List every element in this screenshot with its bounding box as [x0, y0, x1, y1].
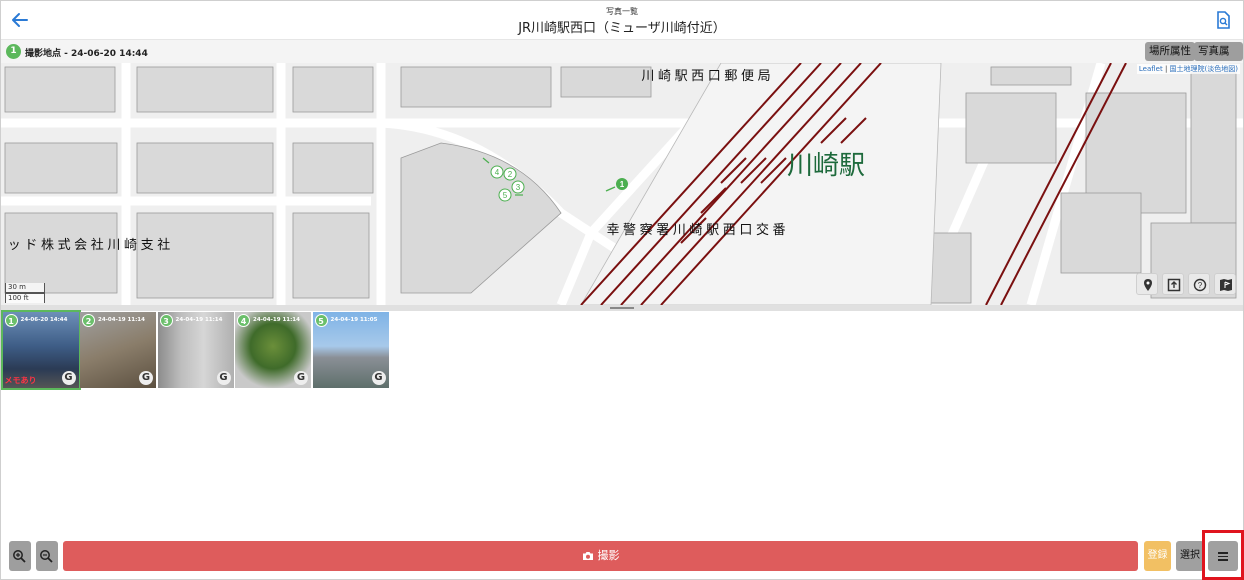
location-info-bar: 1 撮影地点 - 24-06-20 14:44 場所属性 写真属性 [1, 39, 1243, 76]
svg-text:2: 2 [508, 170, 513, 179]
scale-metric: 30 m [5, 283, 45, 293]
add-location-icon [1144, 279, 1152, 291]
gsi-map-link[interactable]: 国土地理院(淡色地図) [1170, 65, 1238, 73]
map-upload-tool-button[interactable] [1162, 273, 1184, 295]
thumbnail-date: 24-06-20 14:44 [20, 317, 68, 323]
leaflet-link[interactable]: Leaflet [1139, 65, 1163, 73]
thumbnail-date: 24-04-19 11:05 [330, 317, 378, 323]
thumbnail-number: 5 [314, 314, 328, 327]
panel-splitter[interactable] [1, 305, 1243, 311]
menu-highlight-box [1202, 530, 1244, 580]
map-label-station: 川崎駅 [787, 150, 865, 180]
map-layer-tool-button[interactable] [1214, 273, 1236, 295]
google-icon: G [371, 371, 386, 385]
location-number-badge: 1 [6, 44, 21, 59]
svg-text:3: 3 [516, 183, 521, 192]
map-label-company: ッ ド 株 式 会 社 川 崎 支 社 [8, 237, 171, 252]
memo-badge: メモあり [4, 376, 37, 385]
capture-label: 撮影 [597, 549, 620, 562]
splitter-grip-icon[interactable] [610, 307, 634, 309]
svg-text:4: 4 [495, 168, 500, 177]
zoom-out-button[interactable] [36, 541, 58, 571]
app-window: 写真一覧 JR川崎駅西口（ミューザ川崎付近） 1 撮影地点 - 24-06-20… [0, 0, 1244, 580]
photo-attributes-button[interactable]: 写真属性 [1194, 42, 1243, 76]
photo-thumbnail-1[interactable]: 1 24-06-20 14:44 メモあり G [0, 310, 81, 390]
map-attribution: Leaflet | 国土地理院(淡色地図) [1136, 64, 1240, 74]
thumbnail-number: 3 [159, 314, 173, 327]
select-button[interactable]: 選択 [1176, 541, 1204, 571]
register-button[interactable]: 登録 [1144, 541, 1171, 571]
page-title: JR川崎駅西口（ミューザ川崎付近） [518, 21, 726, 36]
map-canvas: 1 2 3 4 5 川 崎 駅 西 口 郵 便 局 川崎駅 幸 警 察 署 川 … [1, 63, 1243, 305]
svg-text:1: 1 [620, 180, 625, 189]
photo-thumbnail-4[interactable]: 4 24-04-19 11:14 G [235, 312, 311, 388]
map-help-tool-button[interactable]: ? [1188, 273, 1210, 295]
google-icon: G [139, 371, 153, 385]
google-icon: G [61, 371, 76, 385]
thumbnail-date: 24-04-19 11:14 [175, 317, 223, 323]
zoom-out-icon [40, 550, 53, 563]
capture-button[interactable]: 撮影 [63, 541, 1138, 571]
map-flag-icon [1220, 279, 1232, 291]
google-icon: G [216, 371, 231, 385]
photo-thumbnail-list: 1 24-06-20 14:44 メモあり G 2 24-04-19 11:14… [0, 310, 389, 390]
header: 写真一覧 JR川崎駅西口（ミューザ川崎付近） [1, 1, 1243, 39]
google-icon: G [294, 371, 308, 385]
map-label-post-office: 川 崎 駅 西 口 郵 便 局 [641, 68, 770, 83]
scale-imperial: 100 ft [5, 293, 45, 303]
map-view[interactable]: 1 2 3 4 5 川 崎 駅 西 口 郵 便 局 川崎駅 幸 警 察 署 川 … [1, 63, 1243, 305]
thumbnail-date: 24-04-19 11:14 [253, 317, 300, 323]
thumbnail-number: 4 [237, 314, 250, 327]
map-label-police-box: 幸 警 察 署 川 崎 駅 西 口 交 番 [606, 222, 785, 237]
svg-text:?: ? [1198, 281, 1203, 290]
camera-icon [582, 552, 593, 560]
zoom-in-button[interactable] [9, 541, 31, 571]
map-pin-tool-button[interactable] [1136, 273, 1158, 295]
zoom-in-icon [13, 550, 26, 563]
thumbnail-date: 24-04-19 11:14 [98, 317, 145, 323]
location-text: 撮影地点 - 24-06-20 14:44 [25, 49, 148, 59]
page-subtitle: 写真一覧 [606, 7, 638, 16]
svg-text:5: 5 [503, 191, 508, 200]
photo-thumbnail-3[interactable]: 3 24-04-19 11:14 G [157, 312, 234, 388]
help-location-icon: ? [1193, 278, 1207, 292]
map-scale: 30 m 100 ft [5, 283, 45, 303]
document-search-icon[interactable] [1215, 11, 1231, 29]
upload-box-icon [1167, 278, 1181, 292]
photo-thumbnail-5[interactable]: 5 24-04-19 11:05 G [312, 312, 389, 388]
thumbnail-number: 2 [82, 314, 95, 327]
place-attributes-button[interactable]: 場所属性 [1145, 42, 1195, 61]
photo-thumbnail-2[interactable]: 2 24-04-19 11:14 G [80, 312, 156, 388]
thumbnail-number: 1 [4, 314, 18, 327]
